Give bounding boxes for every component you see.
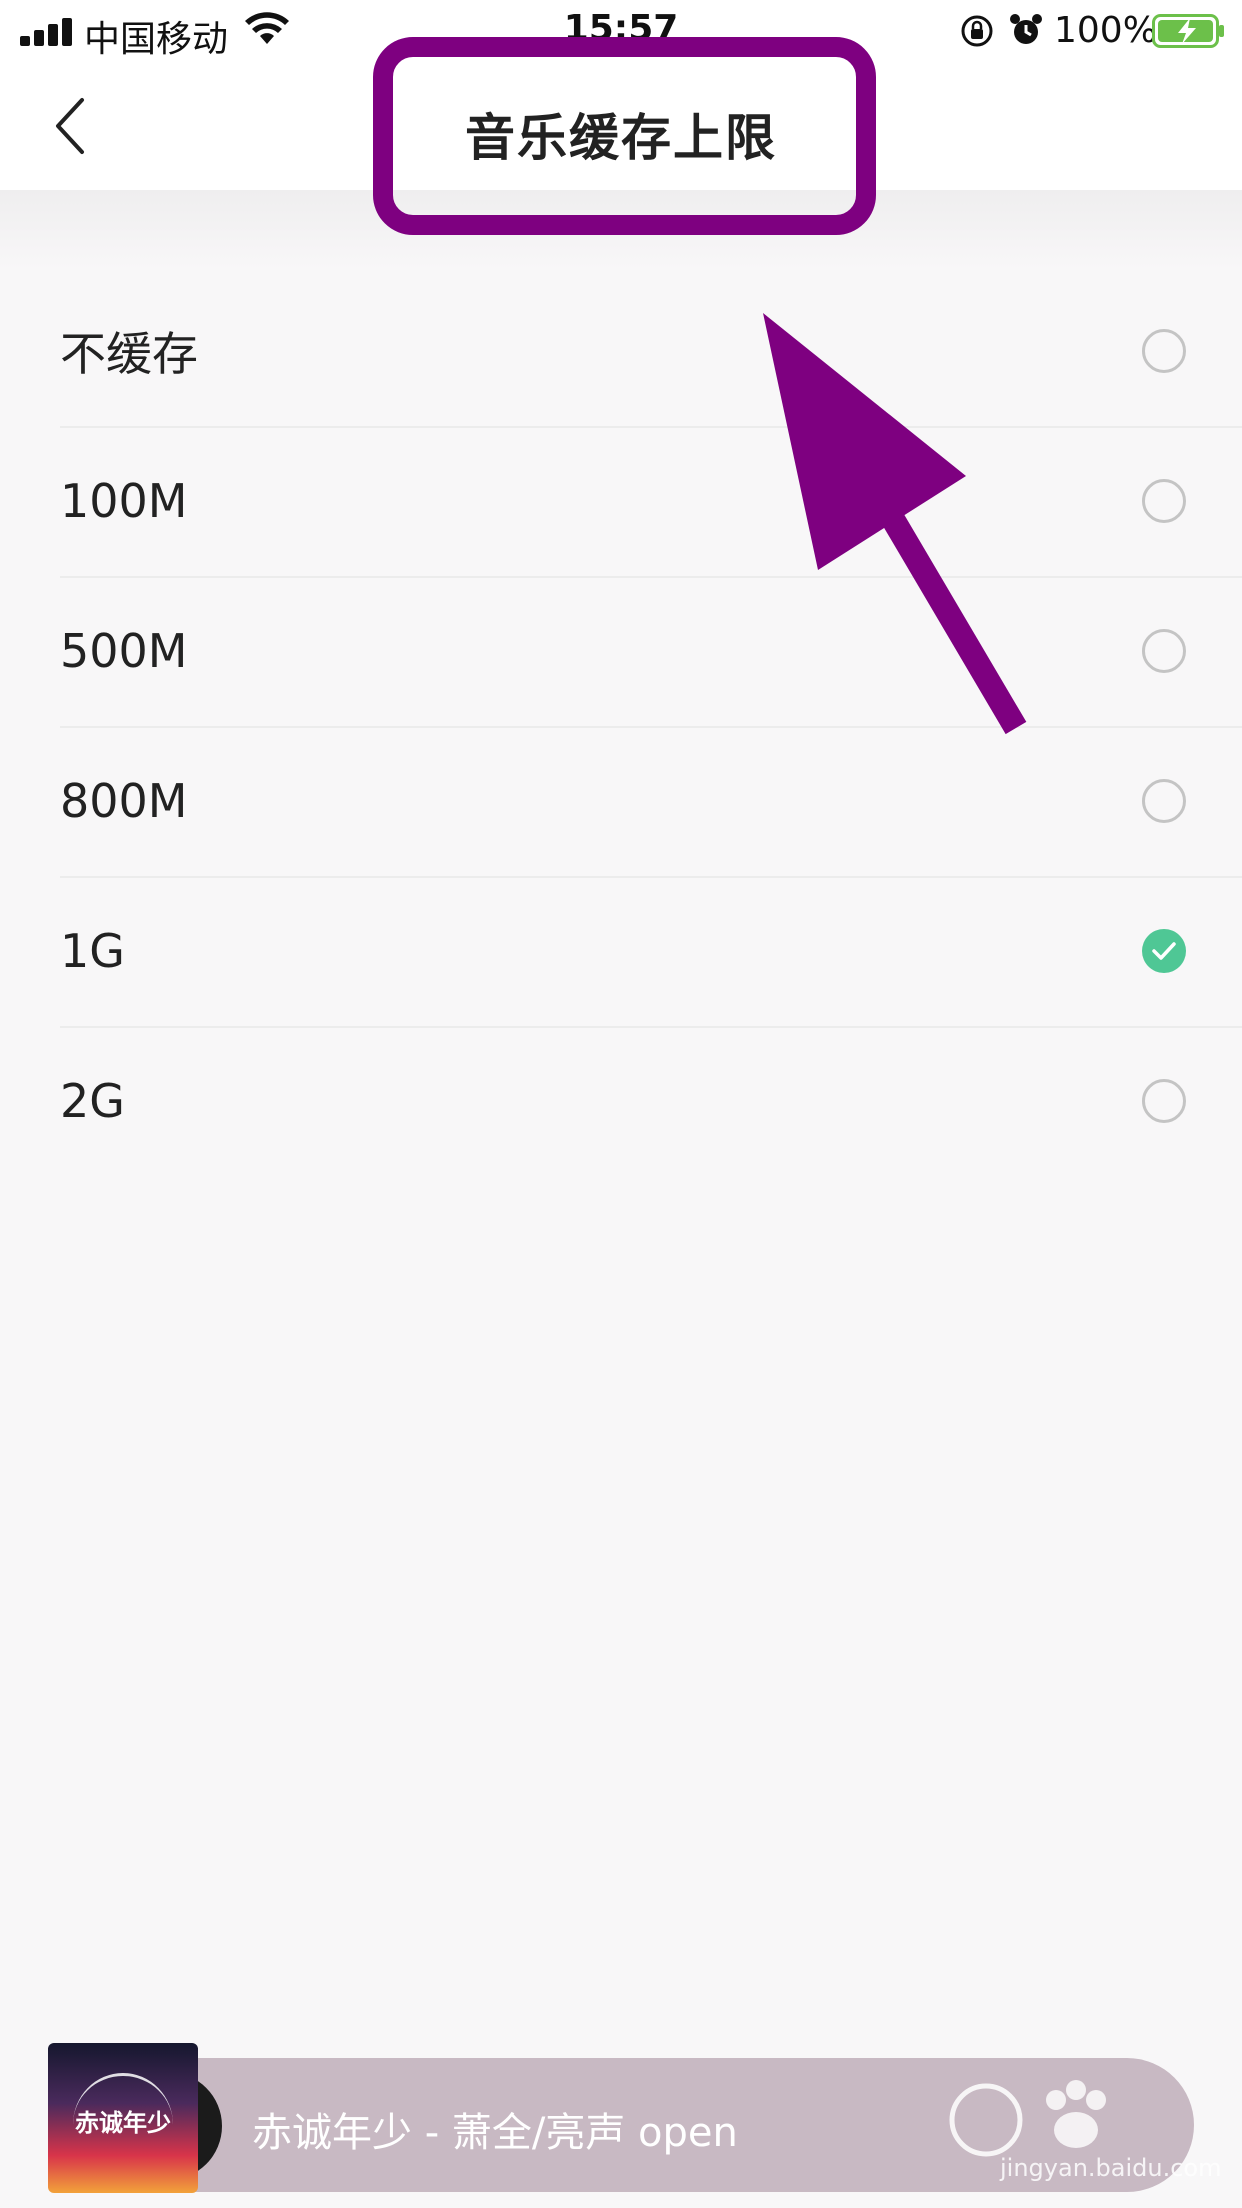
option-label: 800M <box>60 774 188 828</box>
option-no-cache[interactable]: 不缓存 <box>0 276 1242 426</box>
option-500m[interactable]: 500M <box>0 576 1242 726</box>
radio-unchecked-icon[interactable] <box>1142 1079 1186 1123</box>
page-title: 音乐缓存上限 <box>465 109 777 167</box>
option-100m[interactable]: 100M <box>0 426 1242 576</box>
option-label: 不缓存 <box>60 327 198 381</box>
battery-charging-icon <box>1152 14 1224 48</box>
album-art[interactable]: 赤诚年少 <box>48 2043 198 2193</box>
album-title: 赤诚年少 <box>75 2109 171 2137</box>
radio-unchecked-icon[interactable] <box>1142 329 1186 373</box>
option-1g[interactable]: 1G <box>0 876 1242 1026</box>
option-label: 1G <box>60 924 125 978</box>
option-label: 500M <box>60 624 188 678</box>
option-label: 2G <box>60 1074 125 1128</box>
radio-unchecked-icon[interactable] <box>1142 479 1186 523</box>
radio-checked-icon[interactable] <box>1142 929 1186 973</box>
navigation-bar: 音乐缓存上限 <box>0 62 1242 190</box>
battery-percent: 100% <box>1054 10 1157 51</box>
option-label: 100M <box>60 474 188 528</box>
now-playing-text[interactable]: 赤诚年少 - 萧全/亮声 open <box>252 2100 738 2158</box>
rotation-lock-icon <box>961 15 993 47</box>
option-800m[interactable]: 800M <box>0 726 1242 876</box>
alarm-icon <box>1010 14 1042 44</box>
radio-unchecked-icon[interactable] <box>1142 629 1186 673</box>
watermark-text: jingyan.baidu.com <box>1000 2154 1222 2182</box>
radio-unchecked-icon[interactable] <box>1142 779 1186 823</box>
option-2g[interactable]: 2G <box>0 1026 1242 1176</box>
cache-limit-options: 不缓存 100M 500M 800M 1G 2G <box>0 276 1242 1176</box>
status-bar: 中国移动 15:57 100% <box>0 0 1242 62</box>
nav-shadow <box>0 190 1242 270</box>
